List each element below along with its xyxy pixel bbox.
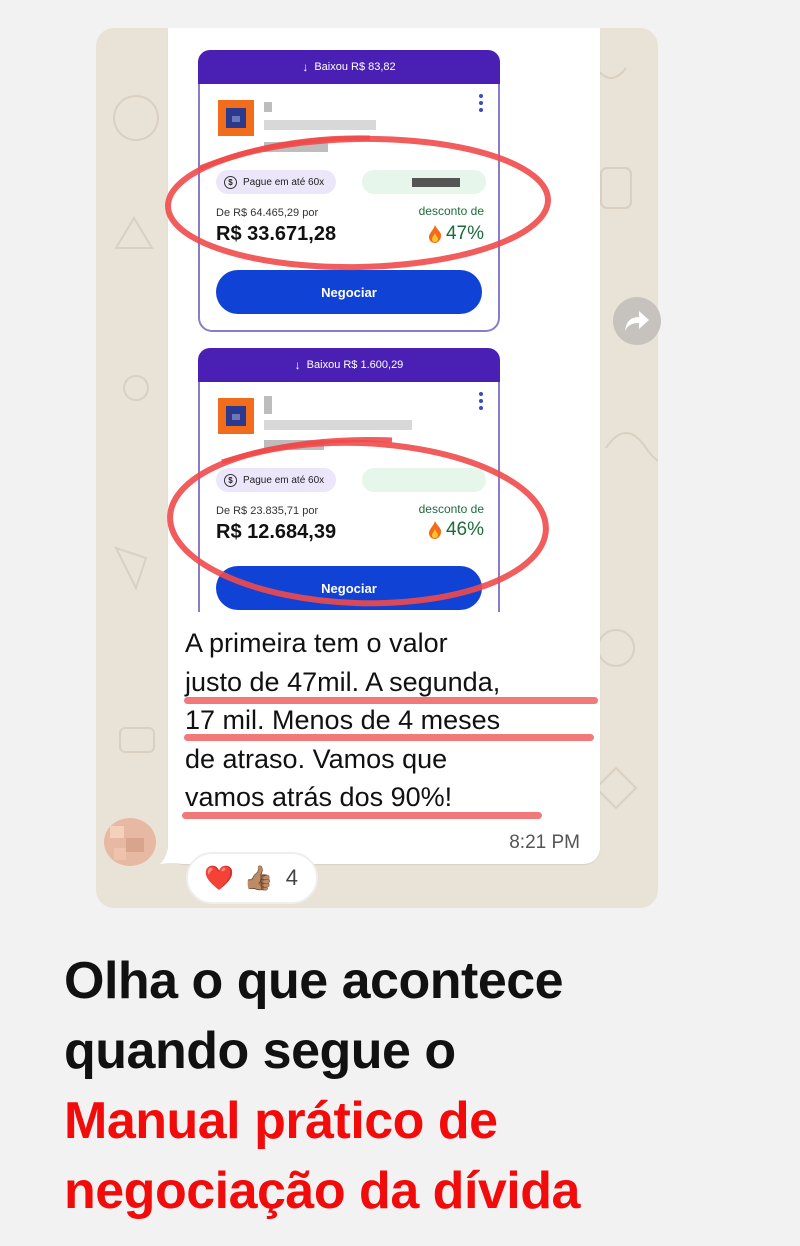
negotiate-button[interactable]: Negociar xyxy=(216,270,482,314)
creditor-logo xyxy=(218,100,254,136)
negotiate-button[interactable]: Negociar xyxy=(216,566,482,610)
avatar[interactable] xyxy=(104,818,156,866)
dollar-coin-icon: $ xyxy=(224,175,237,189)
discount-label: desconto de xyxy=(418,204,484,218)
redacted-text xyxy=(264,142,328,152)
red-underline xyxy=(184,734,594,741)
message-timestamp: 8:21 PM xyxy=(509,832,580,853)
headline-highlight: negociação da dívida xyxy=(64,1162,580,1220)
fire-icon xyxy=(428,225,442,243)
old-price: De R$ 64.465,29 por xyxy=(216,207,319,219)
headline-highlight: Manual prático de xyxy=(64,1092,498,1150)
offer-banner: ↓ Baixou R$ 83,82 xyxy=(198,50,500,84)
message-text: A primeira tem o valor justo de 47mil. A… xyxy=(185,624,595,817)
headline-line: quando segue o xyxy=(64,1022,456,1080)
forward-button[interactable] xyxy=(613,297,661,345)
redacted-text xyxy=(264,396,272,414)
new-price: R$ 12.684,39 xyxy=(216,521,337,543)
offer-banner: ↓ Baixou R$ 1.600,29 xyxy=(198,348,500,382)
installments-pill: $ Pague em até 60x xyxy=(216,170,337,194)
headline: Olha o que acontece quando segue o Manua… xyxy=(64,946,764,1226)
arrow-down-icon: ↓ xyxy=(302,60,309,74)
bubble-tail xyxy=(160,836,182,864)
thumbs-up-icon: 👍🏽 xyxy=(243,864,274,892)
message-line: de atraso. Vamos que xyxy=(185,743,448,774)
kebab-menu-icon[interactable] xyxy=(478,392,484,414)
discount-value: 46% xyxy=(428,519,484,541)
message-line: vamos atrás dos 90%! xyxy=(185,782,453,812)
fire-icon xyxy=(428,521,442,539)
new-price: R$ 33.671,28 xyxy=(216,223,337,245)
offer-card-1: ↓ Baixou R$ 83,82 $ Pague em até 60x De … xyxy=(198,50,500,332)
banner-text: Baixou R$ 1.600,29 xyxy=(306,359,404,371)
forward-arrow-icon xyxy=(625,311,649,331)
installments-pill: $ Pague em até 60x xyxy=(216,468,337,492)
old-price: De R$ 23.835,71 por xyxy=(216,505,319,517)
banner-text: Baixou R$ 83,82 xyxy=(314,61,396,73)
redacted-text xyxy=(264,420,412,430)
heart-icon: ❤️ xyxy=(204,864,234,892)
creditor-logo xyxy=(218,398,254,434)
message-line: A primeira tem o valor xyxy=(185,628,448,658)
redacted-pill xyxy=(362,468,486,492)
red-underline xyxy=(184,697,598,704)
headline-line: Olha o que acontece xyxy=(64,952,564,1010)
offer-card-2: ↓ Baixou R$ 1.600,29 $ Pague em até 60x … xyxy=(198,348,500,612)
kebab-menu-icon[interactable] xyxy=(478,94,484,116)
dollar-coin-icon: $ xyxy=(224,473,237,487)
redacted-text xyxy=(264,440,324,450)
pill-label: Pague em até 60x xyxy=(243,474,325,486)
reactions-pill[interactable]: ❤️ 👍🏽 4 xyxy=(186,852,318,904)
redacted-pill xyxy=(362,170,486,194)
discount-value: 47% xyxy=(428,223,484,245)
pill-label: Pague em até 60x xyxy=(243,176,325,188)
arrow-down-icon: ↓ xyxy=(294,358,301,372)
discount-label: desconto de xyxy=(418,502,484,516)
redacted-text xyxy=(264,102,272,112)
redacted-text xyxy=(264,120,376,130)
red-underline xyxy=(182,812,542,819)
reaction-count: 4 xyxy=(285,865,299,890)
message-line: justo de 47mil. A segunda, xyxy=(185,666,501,697)
